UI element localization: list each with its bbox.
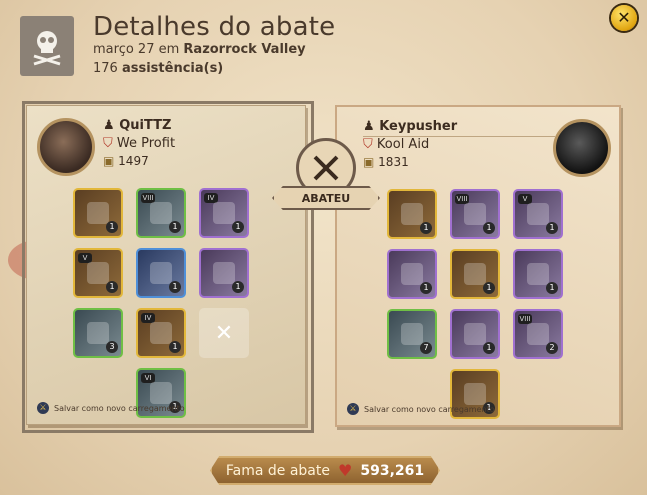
equipment-slot-head[interactable]: VIII 1 — [136, 188, 186, 238]
save-loadout-icon: ⚔ — [37, 402, 49, 414]
killer-ip: 1497 — [118, 154, 149, 168]
victim-guild[interactable]: Kool Aid — [377, 137, 429, 152]
offhand-item-icon — [527, 263, 549, 285]
save-loadout-icon: ⚔ — [347, 403, 359, 415]
empty-food-slot-icon: ✕ — [214, 320, 234, 346]
food-item-icon — [527, 323, 549, 345]
victim-guild-row: ⛉ Kool Aid — [363, 137, 429, 152]
head-item-icon — [150, 202, 172, 224]
mainhand-item-icon — [401, 263, 423, 285]
equipment-slot-mainhand[interactable]: 1 — [387, 249, 437, 299]
item-power-icon: ▣ — [363, 155, 375, 169]
guild-shield-icon: ⛉ — [103, 136, 113, 151]
killer-save-loadout-button[interactable]: ⚔ Salvar como novo carregamento — [37, 402, 185, 414]
killer-avatar[interactable] — [37, 118, 95, 176]
victim-save-loadout-button[interactable]: ⚔ Salvar como novo carregamento — [347, 403, 495, 415]
potion-item-icon — [87, 322, 109, 344]
equipment-slot-bag[interactable]: 1 — [73, 188, 123, 238]
assist-count: 176 assistência(s) — [93, 61, 223, 76]
crossed-swords-icon — [313, 155, 339, 181]
head-item-icon — [464, 203, 486, 225]
equipment-slot-food[interactable]: VIII 2 — [513, 309, 563, 359]
victim-name[interactable]: Keypusher — [379, 119, 457, 134]
offhand-item-icon — [213, 262, 235, 284]
shoes-item-icon — [464, 323, 486, 345]
potion-item-icon — [401, 323, 423, 345]
equipment-slot-shoes[interactable]: 1 — [450, 309, 500, 359]
victim-name-row: ♟ Keypusher — [363, 119, 457, 134]
player-icon: ♟ — [363, 119, 375, 134]
killed-banner: ABATEU — [272, 186, 380, 210]
equipment-slot-bag[interactable]: 1 — [387, 189, 437, 239]
cape-item-icon — [213, 202, 235, 224]
kill-details-screen: { "header": { "title": "Detalhes do abat… — [0, 0, 647, 495]
close-icon: ✕ — [617, 8, 631, 27]
equipment-slot-cape[interactable]: IV 1 — [199, 188, 249, 238]
shoes-item-icon — [150, 322, 172, 344]
equipment-slot-food[interactable]: ✕ — [199, 308, 249, 358]
kill-date: março 27 em — [93, 42, 180, 57]
equipment-slot-shoes[interactable]: IV 1 — [136, 308, 186, 358]
equipment-slot-head[interactable]: VIII 1 — [450, 189, 500, 239]
killer-guild[interactable]: We Profit — [117, 136, 175, 151]
bag-item-icon — [87, 202, 109, 224]
fame-icon: ♥ — [338, 461, 353, 480]
save-loadout-label: Salvar como novo carregamento — [54, 403, 185, 413]
fame-label: Fama de abate — [225, 462, 330, 479]
skull-crossbones-icon — [20, 16, 74, 76]
killer-name-row: ♟ QuiTTZ — [103, 118, 171, 133]
close-button[interactable]: ✕ — [611, 5, 637, 31]
mainhand-item-icon — [87, 262, 109, 284]
kill-location: Razorrock Valley — [183, 42, 306, 57]
equipment-slot-offhand[interactable]: 1 — [513, 249, 563, 299]
killer-ip-row: ▣ 1497 — [103, 154, 149, 168]
kill-date-location: março 27 em Razorrock Valley — [93, 42, 306, 57]
victim-panel: ♟ Keypusher ⛉ Kool Aid ▣ 1831 1 VIII 1 V 1 1 1… — [335, 105, 621, 427]
killer-name[interactable]: QuiTTZ — [119, 118, 171, 133]
killer-guild-row: ⛉ We Profit — [103, 136, 175, 151]
fame-value: 593,261 — [360, 462, 425, 479]
assist-label: assistência(s) — [121, 61, 224, 76]
equipment-slot-potion[interactable]: 7 — [387, 309, 437, 359]
page-title: Detalhes do abate — [93, 12, 336, 42]
bag-item-icon — [401, 203, 423, 225]
guild-shield-icon: ⛉ — [363, 137, 373, 152]
equipment-slot-armor[interactable]: 1 — [450, 249, 500, 299]
cape-item-icon — [527, 203, 549, 225]
victim-avatar[interactable] — [553, 119, 611, 177]
mount-item-icon — [150, 382, 172, 404]
player-icon: ♟ — [103, 118, 115, 133]
victim-ip-row: ▣ 1831 — [363, 155, 409, 169]
killer-panel: ♟ QuiTTZ ⛉ We Profit ▣ 1497 1 VIII 1 IV 1 V 1 1… — [26, 105, 306, 425]
armor-item-icon — [464, 263, 486, 285]
kill-fame-bar: Fama de abate ♥ 593,261 — [210, 456, 440, 485]
equipment-slot-cape[interactable]: V1 — [513, 189, 563, 239]
equipment-slot-armor[interactable]: 1 — [136, 248, 186, 298]
save-loadout-label: Salvar como novo carregamento — [364, 404, 495, 414]
assist-number: 176 — [93, 61, 118, 76]
armor-item-icon — [150, 262, 172, 284]
equipment-slot-mainhand[interactable]: V1 — [73, 248, 123, 298]
item-power-icon: ▣ — [103, 154, 115, 168]
victim-ip: 1831 — [378, 155, 409, 169]
equipment-slot-offhand[interactable]: 1 — [199, 248, 249, 298]
mount-item-icon — [464, 383, 486, 405]
equipment-slot-potion[interactable]: 3 — [73, 308, 123, 358]
